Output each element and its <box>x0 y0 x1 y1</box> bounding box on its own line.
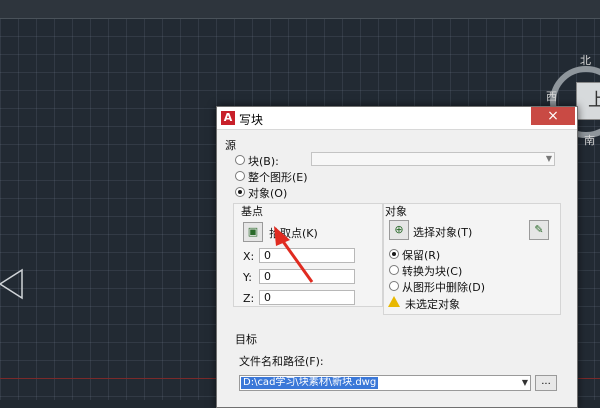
quick-select-button[interactable]: ✎ <box>529 220 549 240</box>
radio-convert-to-block-label[interactable]: 转换为块(C) <box>402 263 462 279</box>
y-label: Y: <box>243 271 252 284</box>
radio-block[interactable] <box>235 155 245 165</box>
warning-icon <box>388 296 400 307</box>
ucs-icon <box>0 268 23 300</box>
select-objects-label: 选择对象(T) <box>413 226 473 239</box>
x-label: X: <box>243 250 255 263</box>
pick-point-label: 拾取点(K) <box>269 227 318 240</box>
objects-label: 对象 <box>385 205 407 218</box>
radio-entire-drawing[interactable] <box>235 171 245 181</box>
select-objects-icon: ⊕ <box>394 223 404 236</box>
close-button[interactable]: × <box>531 107 575 125</box>
browse-button[interactable]: ... <box>535 375 557 391</box>
z-label: Z: <box>243 292 255 305</box>
autocad-logo-icon: A <box>221 111 235 125</box>
source-label: 源 <box>225 139 236 152</box>
dialog-titlebar[interactable]: A 写块 × <box>217 107 577 130</box>
pick-point-icon: ▣ <box>247 225 259 238</box>
radio-entire-drawing-label[interactable]: 整个图形(E) <box>248 169 308 185</box>
radio-convert-to-block[interactable] <box>389 265 399 275</box>
radio-block-label[interactable]: 块(B): <box>248 153 279 169</box>
base-point-label: 基点 <box>241 205 263 218</box>
y-field[interactable]: 0 <box>259 269 355 284</box>
selection-status: 未选定对象 <box>405 298 460 311</box>
viewcube-south[interactable]: 南 <box>584 132 595 148</box>
quick-select-icon: ✎ <box>534 223 544 236</box>
dialog-title: 写块 <box>239 113 264 127</box>
file-path-value[interactable]: D:\cad学习\块素材\新块.dwg <box>241 377 379 389</box>
radio-retain[interactable] <box>389 249 399 259</box>
block-name-combo[interactable]: ▼ <box>311 152 555 166</box>
pick-point-button[interactable]: ▣ <box>243 222 263 242</box>
ribbon-bar <box>0 0 600 19</box>
radio-objects[interactable] <box>235 187 245 197</box>
select-objects-button[interactable]: ⊕ <box>389 220 409 240</box>
z-field[interactable]: 0 <box>259 290 355 305</box>
viewcube-top-face[interactable]: 上 <box>576 82 600 120</box>
radio-delete-from-drawing[interactable] <box>389 281 399 291</box>
file-path-combo[interactable]: D:\cad学习\块素材\新块.dwg ▼ <box>239 375 531 391</box>
viewcube-north[interactable]: 北 <box>580 52 591 68</box>
path-label: 文件名和路径(F): <box>239 355 324 368</box>
write-block-dialog: A 写块 × 源 块(B): ▼ 整个图形(E) 对象(O) 基点 ▣ 拾取点(… <box>216 106 578 408</box>
viewcube-west[interactable]: 西 <box>546 88 557 104</box>
radio-objects-label[interactable]: 对象(O) <box>248 185 287 201</box>
x-field[interactable]: 0 <box>259 248 355 263</box>
chevron-down-icon[interactable]: ▼ <box>546 153 552 165</box>
target-label: 目标 <box>235 333 257 346</box>
chevron-down-icon[interactable]: ▼ <box>522 377 528 389</box>
radio-retain-label[interactable]: 保留(R) <box>402 247 440 263</box>
radio-delete-label[interactable]: 从图形中删除(D) <box>402 279 485 295</box>
